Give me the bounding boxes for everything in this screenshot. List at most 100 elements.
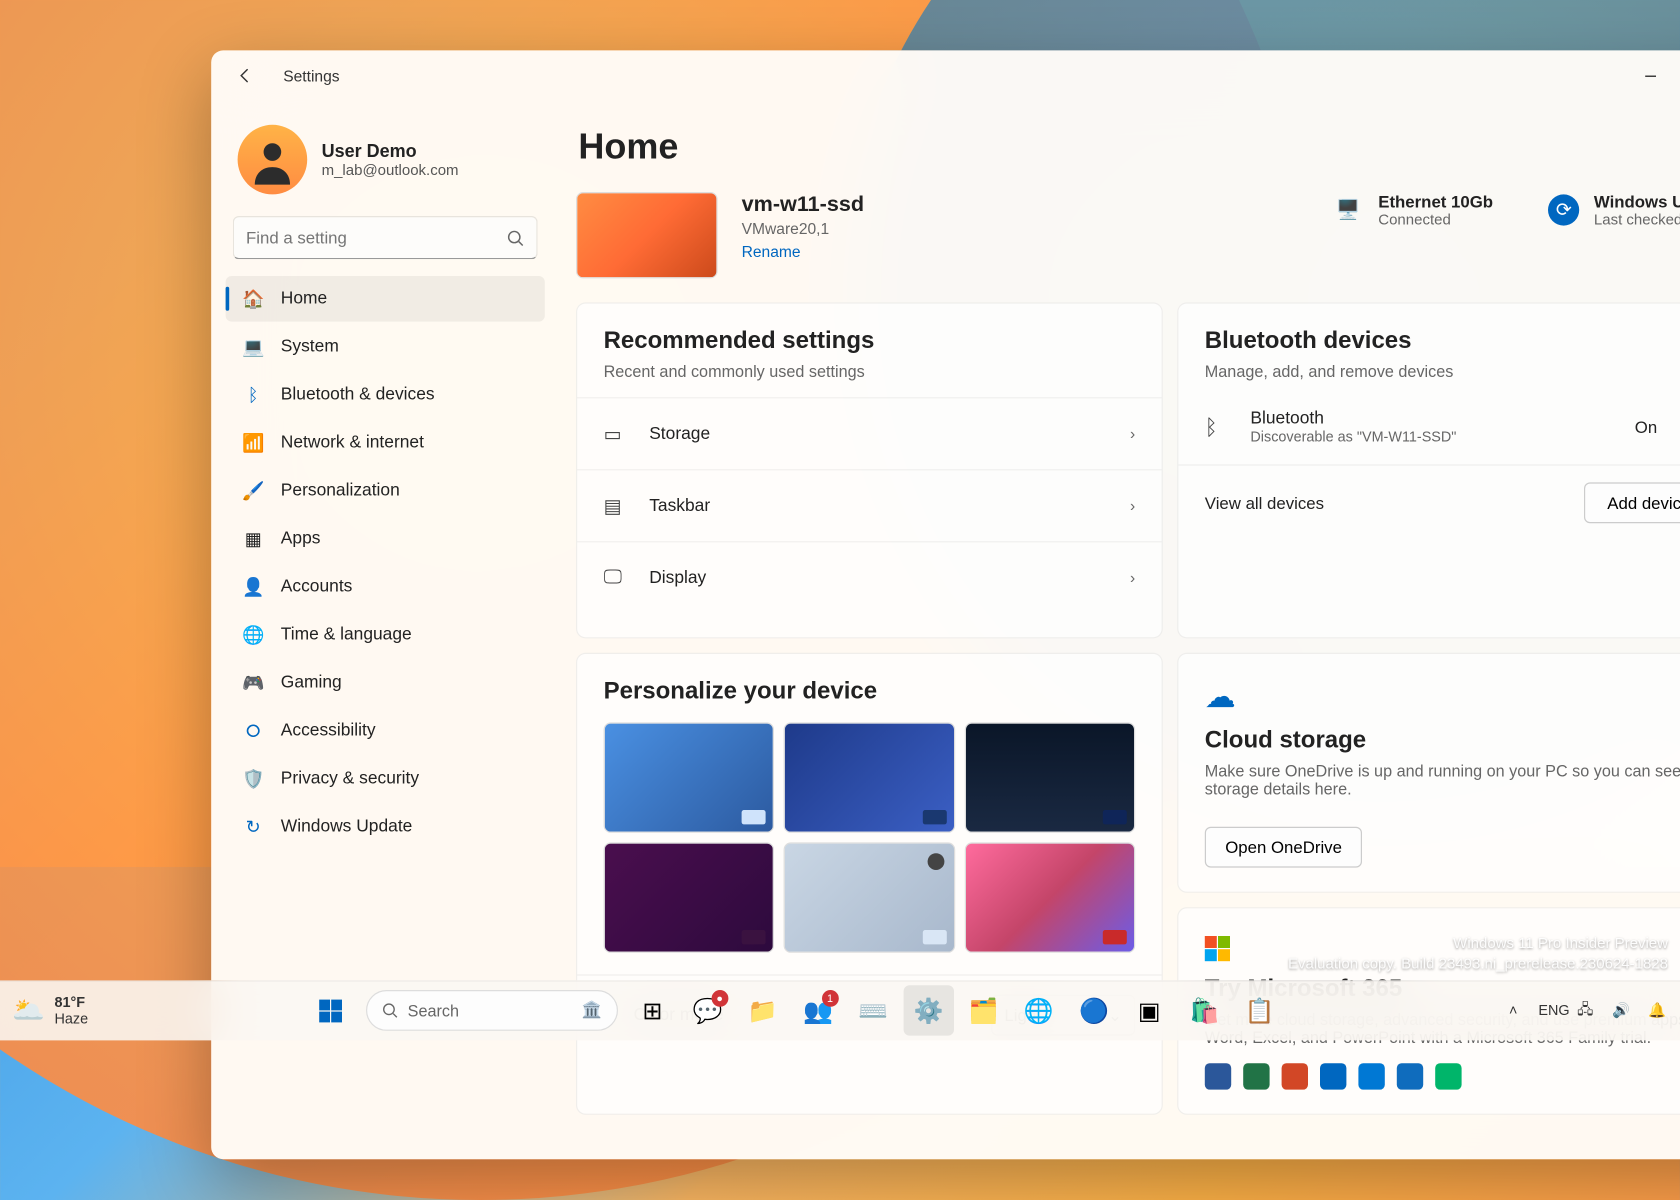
terminal-button[interactable]: ▣: [1124, 985, 1174, 1035]
chevron-right-icon: ›: [1130, 497, 1135, 515]
setting-taskbar[interactable]: ▤ Taskbar ›: [577, 469, 1161, 541]
search-graphic-icon: 🏛️: [582, 1001, 602, 1020]
nav-accounts[interactable]: 👤Accounts: [226, 564, 545, 610]
m365-app-icons: [1205, 1063, 1680, 1089]
bluetooth-label: Bluetooth: [1250, 409, 1615, 428]
explorer-button[interactable]: 📁: [738, 985, 788, 1035]
store-button[interactable]: 🛍️: [1179, 985, 1229, 1035]
gaming-icon: 🎮: [242, 672, 264, 694]
setting-display[interactable]: 🖵 Display ›: [577, 541, 1161, 613]
nav-home[interactable]: 🏠Home: [226, 276, 545, 322]
theme-option-5[interactable]: [784, 842, 955, 952]
edge-dev-button[interactable]: 🔵: [1069, 985, 1119, 1035]
nav-time[interactable]: 🌐Time & language: [226, 612, 545, 658]
theme-option-1[interactable]: [604, 722, 775, 832]
bluetooth-card: Bluetooth devices Manage, add, and remov…: [1177, 302, 1680, 638]
theme-option-2[interactable]: [784, 722, 955, 832]
minimize-button[interactable]: [1622, 56, 1677, 94]
nav-update[interactable]: ↻Windows Update: [226, 804, 545, 850]
family-icon: [1435, 1063, 1461, 1089]
apps-icon: ▦: [242, 528, 264, 550]
volume-tray-icon[interactable]: 🔊: [1610, 1002, 1632, 1019]
chat-button[interactable]: 💬●: [682, 985, 732, 1035]
ethernet-status[interactable]: 🖥️ Ethernet 10Gb Connected: [1333, 192, 1493, 228]
theme-option-4[interactable]: [604, 842, 775, 952]
settings-taskbar-button[interactable]: ⚙️: [903, 985, 953, 1035]
outlook-icon: [1397, 1063, 1423, 1089]
nav-network[interactable]: 📶Network & internet: [226, 420, 545, 466]
network-tray-icon[interactable]: 🖧: [1574, 998, 1596, 1023]
tray-chevron-icon[interactable]: ˄: [1502, 1002, 1524, 1019]
card-subtitle: Make sure OneDrive is up and running on …: [1205, 762, 1680, 798]
theme-option-6[interactable]: [964, 842, 1135, 952]
device-header: vm-w11-ssd VMware20,1 Rename 🖥️ Ethernet…: [576, 192, 1680, 278]
app-title: Settings: [283, 67, 339, 85]
setting-storage[interactable]: ▭ Storage ›: [577, 397, 1161, 469]
sync-icon: ⟳: [1548, 194, 1579, 225]
open-onedrive-button[interactable]: Open OneDrive: [1205, 827, 1363, 868]
search-input[interactable]: [246, 228, 506, 247]
card-subtitle: Manage, add, and remove devices: [1205, 362, 1680, 380]
shield-icon: 🛡️: [242, 768, 264, 790]
system-icon: 💻: [242, 336, 264, 358]
weather-widget[interactable]: 🌥️ 81°F Haze: [12, 994, 88, 1028]
desktop-watermark: Windows 11 Pro Insider Preview Evaluatio…: [1288, 933, 1668, 975]
folder-button[interactable]: 🗂️: [958, 985, 1008, 1035]
chevron-right-icon: ›: [1130, 425, 1135, 443]
cloud-icon: ☁: [1205, 678, 1680, 715]
device-name: vm-w11-ssd: [742, 192, 864, 217]
page-title: Home: [576, 127, 1680, 168]
weather-icon: 🌥️: [12, 995, 45, 1026]
teams-button[interactable]: 👥1: [793, 985, 843, 1035]
taskbar: 🌥️ 81°F Haze Search 🏛️ ⊞ 💬● 📁 👥1 ⌨️ ⚙️ 🗂…: [0, 980, 1680, 1040]
view-all-devices-link[interactable]: View all devices: [1205, 493, 1324, 512]
nav-system[interactable]: 💻System: [226, 324, 545, 370]
taskbar-icon: ▤: [604, 494, 630, 518]
search-box[interactable]: [233, 216, 538, 259]
add-device-button[interactable]: Add device: [1584, 482, 1680, 523]
nav-gaming[interactable]: 🎮Gaming: [226, 660, 545, 706]
globe-icon: 🌐: [242, 624, 264, 646]
device-model: VMware20,1: [742, 220, 864, 238]
display-icon: 🖵: [604, 567, 630, 589]
bluetooth-icon: ᛒ: [1205, 415, 1231, 440]
notes-button[interactable]: 📋: [1234, 985, 1284, 1035]
rename-link[interactable]: Rename: [742, 242, 801, 260]
card-title: Recommended settings: [604, 328, 1136, 356]
toggle-state-label: On: [1635, 418, 1657, 437]
word-icon: [1205, 1063, 1231, 1089]
defender-icon: [1320, 1063, 1346, 1089]
notifications-tray-icon[interactable]: 🔔: [1646, 1002, 1668, 1019]
language-indicator[interactable]: ENG: [1538, 1002, 1560, 1019]
profile-email: m_lab@outlook.com: [322, 161, 459, 178]
theme-option-3[interactable]: [964, 722, 1135, 832]
update-status[interactable]: ⟳ Windows Update Last checked: 5 days ag…: [1548, 192, 1680, 228]
taskview-button[interactable]: ⊞: [627, 985, 677, 1035]
person-icon: 👤: [242, 576, 264, 598]
wifi-icon: 📶: [242, 432, 264, 454]
recommended-settings-card: Recommended settings Recent and commonly…: [576, 302, 1163, 638]
back-button[interactable]: [228, 59, 262, 93]
profile-block[interactable]: User Demo m_lab@outlook.com: [218, 113, 552, 216]
powerpoint-icon: [1282, 1063, 1308, 1089]
devhome-button[interactable]: ⌨️: [848, 985, 898, 1035]
accessibility-icon: ⭘: [242, 720, 264, 742]
onedrive-icon: [1358, 1063, 1384, 1089]
card-title: Personalize your device: [604, 678, 1136, 706]
ethernet-icon: 🖥️: [1333, 194, 1364, 225]
card-subtitle: Recent and commonly used settings: [604, 362, 1136, 380]
nav-privacy[interactable]: 🛡️Privacy & security: [226, 756, 545, 802]
chevron-right-icon: ›: [1130, 569, 1135, 587]
start-button[interactable]: [306, 985, 356, 1035]
edge-button[interactable]: 🌐: [1014, 985, 1064, 1035]
nav-accessibility[interactable]: ⭘Accessibility: [226, 708, 545, 754]
microsoft-logo-icon: [1205, 936, 1230, 961]
nav-bluetooth[interactable]: ᛒBluetooth & devices: [226, 372, 545, 418]
excel-icon: [1243, 1063, 1269, 1089]
cloud-storage-card: ☁ Cloud storage Make sure OneDrive is up…: [1177, 653, 1680, 893]
nav-apps[interactable]: ▦Apps: [226, 516, 545, 562]
bluetooth-sub: Discoverable as "VM-W11-SSD": [1250, 428, 1615, 445]
avatar: [238, 125, 308, 195]
taskbar-search[interactable]: Search 🏛️: [366, 990, 618, 1031]
nav-personalization[interactable]: 🖌️Personalization: [226, 468, 545, 514]
